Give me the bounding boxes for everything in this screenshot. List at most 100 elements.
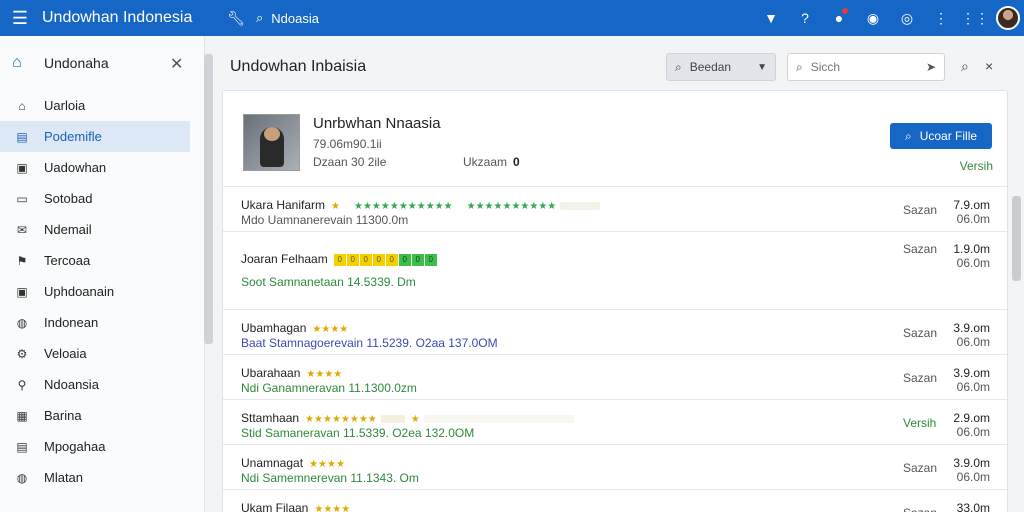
list-item-title-line: Unamnagat ★★★★ bbox=[241, 456, 345, 470]
gear-icon: ⚙ bbox=[16, 346, 28, 361]
sidebar-item[interactable]: ⚑ Tercoaa bbox=[0, 245, 204, 276]
product-id: 79.06m90.1ii bbox=[313, 137, 382, 151]
list-item-title: Ubarahaan bbox=[241, 366, 301, 380]
chat-icon[interactable]: ◎ bbox=[894, 5, 920, 31]
status-badge: Sazan bbox=[903, 461, 938, 475]
sidebar-item-label: Uarloia bbox=[44, 98, 86, 113]
sidebar-item[interactable]: ◍ Mlatan bbox=[0, 462, 204, 493]
send-icon[interactable]: ➤ bbox=[926, 60, 936, 74]
sidebar-scrollbar[interactable] bbox=[204, 54, 213, 344]
sidebar-item[interactable]: ▤ Mpogahaa bbox=[0, 431, 204, 462]
folder-icon[interactable]: ▼ bbox=[758, 5, 784, 31]
filter-dropdown-label: Beedan bbox=[689, 60, 732, 74]
app-title: Undowhan Indonesia bbox=[42, 9, 193, 26]
sidebar-item[interactable]: ▣ Uadowhan bbox=[0, 152, 204, 183]
rating-stars: ★★★★ bbox=[306, 369, 343, 380]
main-content: Undowhan Inbaisia ⌕ Beedan ▼ ⌕ ➤ ⌕ × Unr… bbox=[215, 36, 1024, 512]
filter-dropdown[interactable]: ⌕ Beedan ▼ bbox=[666, 53, 776, 81]
list-item[interactable]: Unamnagat ★★★★ Ndi Samemnerevan 11.1343. O… bbox=[223, 444, 1007, 489]
sidebar-item[interactable]: ▣ Uphdoanain bbox=[0, 276, 204, 307]
close-icon[interactable]: × bbox=[985, 58, 993, 74]
person-face bbox=[264, 127, 280, 141]
sidebar-item[interactable]: ◍ Indonean bbox=[0, 307, 204, 338]
sidebar-item-label: Uadowhan bbox=[44, 160, 107, 175]
image-icon: ▣ bbox=[16, 284, 28, 299]
list-item-value: 33.0m bbox=[956, 501, 990, 512]
list-item-value: 3.9.0m bbox=[953, 456, 990, 470]
user-avatar[interactable] bbox=[996, 6, 1020, 30]
search-icon: ⌕ bbox=[675, 59, 682, 74]
sidebar-item[interactable]: ⚙ Veloaia bbox=[0, 338, 204, 369]
list-item-value: 1.9.0m bbox=[953, 242, 990, 256]
top-bar-actions: ▼ ? ● ◉ ◎ ⋮ ⋮⋮ bbox=[758, 0, 1024, 36]
list-item[interactable]: Ubarahaan ★★★★ Ndi Ganamneravan 11.1300.0z… bbox=[223, 354, 1007, 399]
rating-stars: 00000000 bbox=[328, 252, 438, 266]
grid-apps-icon[interactable]: ⋮⋮ bbox=[961, 5, 989, 31]
wrench-icon[interactable]: 🔧︎ bbox=[222, 10, 250, 27]
close-icon[interactable]: ✕ bbox=[170, 54, 183, 74]
sidebar-item[interactable]: ▭ Sotobad bbox=[0, 183, 204, 214]
sidebar: ⌂ Undonaha ✕ ⌂ Uarloia ▤ Podemifle ▣ Uadowhan… bbox=[0, 36, 205, 512]
list-item[interactable]: Ubamhagan ★★★★ Baat Stamnagoerevain 11.523… bbox=[223, 309, 1007, 354]
sidebar-item-label: Uphdoanain bbox=[44, 284, 115, 299]
home-icon[interactable]: ⌂ bbox=[12, 54, 32, 72]
status-badge: Sazan bbox=[903, 242, 938, 256]
search-icon[interactable]: ⌕ bbox=[961, 58, 969, 75]
version-label[interactable]: Versih bbox=[923, 159, 993, 173]
list-item-value: 7.9.om bbox=[953, 198, 990, 212]
list-item[interactable]: Ukam Filaan ★★★★ Sazan 33.0m bbox=[223, 489, 1007, 512]
home-icon: ⌂ bbox=[18, 98, 26, 113]
info-icon[interactable]: ◉ bbox=[860, 5, 886, 31]
sidebar-item-label: Ndemail bbox=[44, 222, 92, 237]
help-icon[interactable]: ? bbox=[792, 5, 818, 31]
list-item[interactable]: Ukara Hanifarm ★ ★★★★★★★★★★★ ★★★★★★★★★★ Mdo … bbox=[223, 186, 1007, 231]
product-card: Unrbwhan Nnaasia 79.06m90.1ii Dzaan 30 2… bbox=[222, 90, 1008, 512]
list-item-title: Joaran Felhaam bbox=[241, 252, 328, 266]
sidebar-nav: ⌂ Uarloia ▤ Podemifle ▣ Uadowhan ▭ Sotobad ✉ Ndem… bbox=[0, 90, 204, 493]
main-search[interactable]: ⌕ ➤ bbox=[787, 53, 945, 81]
top-app-bar: ☰ Undowhan Indonesia 🔧︎ ⌕ Ndoasia ▼ ? ● … bbox=[0, 0, 1024, 36]
list-item[interactable]: Joaran Felhaam 0 0 0 0 0 0 0 0 Soot Samnanetaan 1… bbox=[223, 231, 1007, 309]
rating-stars: ★★★★ bbox=[312, 324, 349, 335]
hamburger-menu-icon[interactable]: ☰ bbox=[0, 0, 40, 36]
notification-icon[interactable]: ● bbox=[826, 5, 852, 31]
main-scrollbar[interactable] bbox=[1012, 196, 1021, 281]
list-item-subvalue: 06.0m bbox=[956, 212, 990, 226]
list-item[interactable]: Sttamhaan ★★★★★★★★ ★ Stid Samaneravan 11.53… bbox=[223, 399, 1007, 444]
grid-icon: ▦ bbox=[16, 408, 28, 423]
search-input[interactable] bbox=[810, 60, 911, 74]
top-search[interactable]: ⌕ Ndoasia bbox=[256, 10, 319, 26]
top-search-text: Ndoasia bbox=[271, 10, 319, 26]
list-item-subvalue: 06.0m bbox=[956, 470, 990, 484]
sidebar-item-label: Indonean bbox=[44, 315, 99, 330]
status-badge: Sazan bbox=[903, 371, 938, 385]
sidebar-item-label: Tercoaa bbox=[44, 253, 91, 268]
sidebar-item-label: Barina bbox=[44, 408, 82, 423]
list-item-title-line: Ukam Filaan ★★★★ bbox=[241, 501, 350, 512]
status-badge: Versih bbox=[903, 416, 937, 430]
list-item-subtitle: Ndi Ganamneravan 11.1300.0zm bbox=[241, 381, 417, 395]
document-icon: ▤ bbox=[16, 439, 28, 454]
product-meta-label: Ukzaam bbox=[463, 155, 508, 169]
image-icon: ▣ bbox=[16, 160, 28, 175]
rating-stars: ★ ★★★★★★★★★★★ ★★★★★★★★★★ bbox=[325, 198, 601, 212]
list-item-value: 2.9.om bbox=[953, 411, 990, 425]
list-item-title-line: Ubamhagan ★★★★ bbox=[241, 321, 348, 335]
search-icon: ⌕ bbox=[904, 128, 912, 143]
list-item-subtitle: Soot Samnanetaan 14.5339. Dm bbox=[241, 275, 416, 289]
sidebar-item[interactable]: ⚲ Ndoansia bbox=[0, 369, 204, 400]
notification-dot bbox=[842, 8, 848, 14]
sidebar-item[interactable]: ⌂ Uarloia bbox=[0, 90, 204, 121]
more-options-icon[interactable]: ⋮ bbox=[928, 5, 954, 31]
sidebar-item[interactable]: ▤ Podemifle bbox=[0, 121, 190, 152]
list-item-subtitle: Stid Samaneravan 11.5339. O2ea 132.0OM bbox=[241, 426, 475, 440]
sidebar-item[interactable]: ▦ Barina bbox=[0, 400, 204, 431]
primary-action-label: Ucoar Fille bbox=[919, 129, 978, 143]
sidebar-item[interactable]: ✉ Ndemail bbox=[0, 214, 204, 245]
product-image bbox=[243, 114, 300, 171]
list-item-title: Sttamhaan bbox=[241, 411, 300, 425]
status-badge: Sazan bbox=[903, 506, 937, 512]
list-item-title: Ukam Filaan bbox=[241, 501, 309, 512]
list-item-title-line: Joaran Felhaam 0 0 0 0 0 0 0 0 bbox=[241, 252, 438, 266]
primary-action-button[interactable]: ⌕ Ucoar Fille bbox=[890, 123, 992, 149]
